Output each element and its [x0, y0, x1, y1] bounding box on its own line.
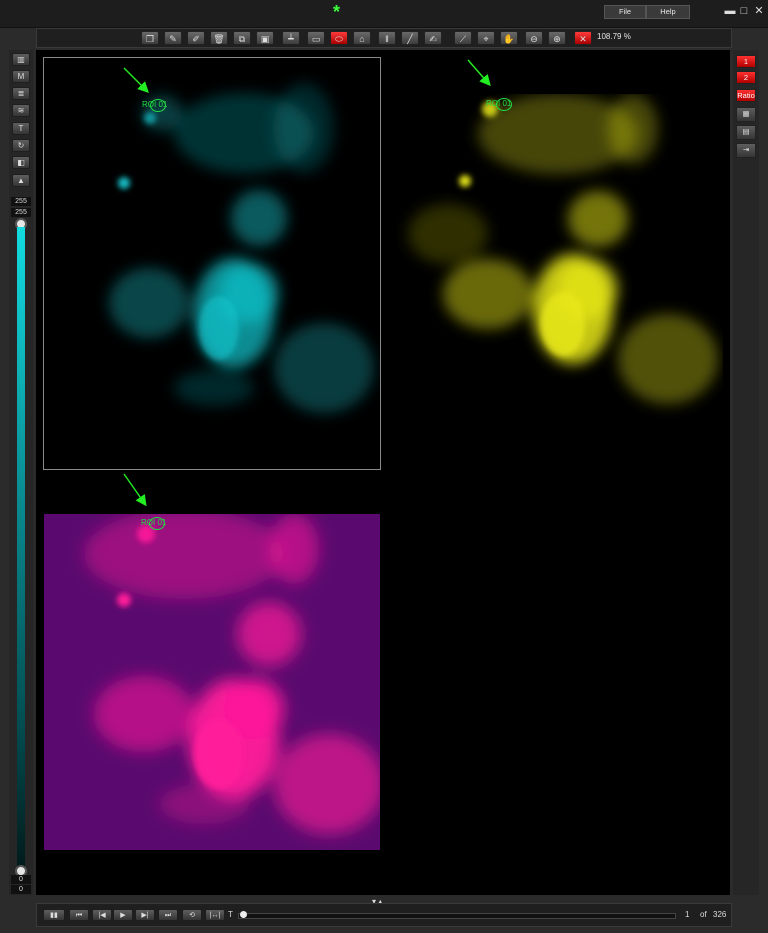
- play-icon[interactable]: ▶: [113, 909, 133, 921]
- channel-2-button[interactable]: 2: [736, 71, 756, 84]
- m-icon[interactable]: M: [12, 70, 30, 83]
- ruler-icon[interactable]: ┷: [282, 31, 300, 45]
- modified-marker: *: [333, 2, 341, 22]
- parallel-lines-icon[interactable]: ‖: [378, 31, 396, 45]
- copy-icon[interactable]: ❐: [141, 31, 159, 45]
- speed-icon[interactable]: ▮▮: [43, 909, 65, 921]
- lut-colorbar: [17, 227, 25, 870]
- min-value[interactable]: 0: [11, 885, 31, 894]
- max-value-secondary: 255: [11, 208, 31, 217]
- export-icon[interactable]: ⇥: [736, 143, 756, 158]
- current-frame[interactable]: 1: [685, 910, 689, 919]
- max-value[interactable]: 255: [11, 197, 31, 206]
- frame-slider[interactable]: [238, 913, 676, 919]
- channel-1-button[interactable]: 1: [736, 55, 756, 68]
- left-tool-panel: ▥ M ≣ ≋ T ↻ ◧ ▲ 255 255 0 0: [9, 50, 33, 895]
- roi-toolbar: ❐ ✎ ✐ 🗑 ⧉ ▣ ┷ ▭ ⬭ ⌂ ‖ ╱ ✍ ⟋ ⌖ ✋ ⊖ ⊕ ✕ 10…: [36, 28, 732, 48]
- time-axis-label: T: [228, 910, 233, 919]
- annotation-arrows: [123, 59, 491, 507]
- roi-copy-icon[interactable]: ⧉: [233, 31, 251, 45]
- range-icon[interactable]: |↔|: [205, 909, 225, 921]
- minimize-icon[interactable]: ▬: [724, 5, 736, 17]
- loop-icon[interactable]: ⟲: [182, 909, 202, 921]
- min-value-secondary: 0: [11, 875, 31, 884]
- menu-help[interactable]: Help: [646, 5, 690, 19]
- hand-pan-icon[interactable]: ✋: [500, 31, 518, 45]
- previous-frame-icon[interactable]: |◀: [92, 909, 112, 921]
- next-frame-icon[interactable]: ▶|: [135, 909, 155, 921]
- rotate-icon[interactable]: ↻: [12, 139, 30, 152]
- pencil-erase-icon[interactable]: ✐: [187, 31, 205, 45]
- ratio-button[interactable]: Ratio: [736, 89, 756, 102]
- right-tool-panel: 1 2 Ratio ▦ ▤ ⇥: [733, 50, 759, 895]
- contrast-icon[interactable]: ◧: [12, 156, 30, 169]
- first-frame-icon[interactable]: ⏮: [69, 909, 89, 921]
- roi-scale-icon[interactable]: ▣: [256, 31, 274, 45]
- rectangle-roi-icon[interactable]: ▭: [307, 31, 325, 45]
- histogram-icon[interactable]: ▲: [12, 174, 30, 187]
- ellipse-roi-icon[interactable]: ⬭: [330, 31, 348, 45]
- close-icon[interactable]: ✕: [753, 5, 765, 17]
- layers-icon[interactable]: ≣: [12, 87, 30, 100]
- freehand-icon[interactable]: ✍: [424, 31, 442, 45]
- zoom-level: 108.79 %: [597, 32, 631, 41]
- zoom-out-icon[interactable]: ⊖: [525, 31, 543, 45]
- playback-bar: ▮▮ ⏮ |◀ ▶ ▶| ⏭ ⟲ |↔| T 1 of 326: [36, 903, 732, 927]
- menu-file[interactable]: File: [604, 5, 646, 19]
- measure-icon[interactable]: ⟋: [454, 31, 472, 45]
- line-icon[interactable]: ╱: [401, 31, 419, 45]
- polygon-roi-icon[interactable]: ⌂: [353, 31, 371, 45]
- stack-icon[interactable]: ▦: [736, 107, 756, 122]
- text-icon[interactable]: T: [12, 122, 30, 135]
- last-frame-icon[interactable]: ⏭: [158, 909, 178, 921]
- fit-icon[interactable]: ✕: [574, 31, 592, 45]
- layers-export-icon[interactable]: ▤: [736, 125, 756, 140]
- crosshair-icon[interactable]: ⌖: [477, 31, 495, 45]
- frame-slider-handle[interactable]: [240, 911, 247, 918]
- total-frames: 326: [713, 910, 727, 919]
- zoom-in-icon[interactable]: ⊕: [548, 31, 566, 45]
- overlay-icon[interactable]: ≋: [12, 104, 30, 117]
- pencil-icon[interactable]: ✎: [164, 31, 182, 45]
- channel-color-icon[interactable]: ▥: [12, 53, 30, 66]
- frame-of-label: of: [700, 910, 707, 919]
- maximize-icon[interactable]: □: [738, 5, 750, 17]
- image-viewer[interactable]: ROI 01 ROI 01 ROI 01: [36, 50, 730, 895]
- trash-icon[interactable]: 🗑: [210, 31, 228, 45]
